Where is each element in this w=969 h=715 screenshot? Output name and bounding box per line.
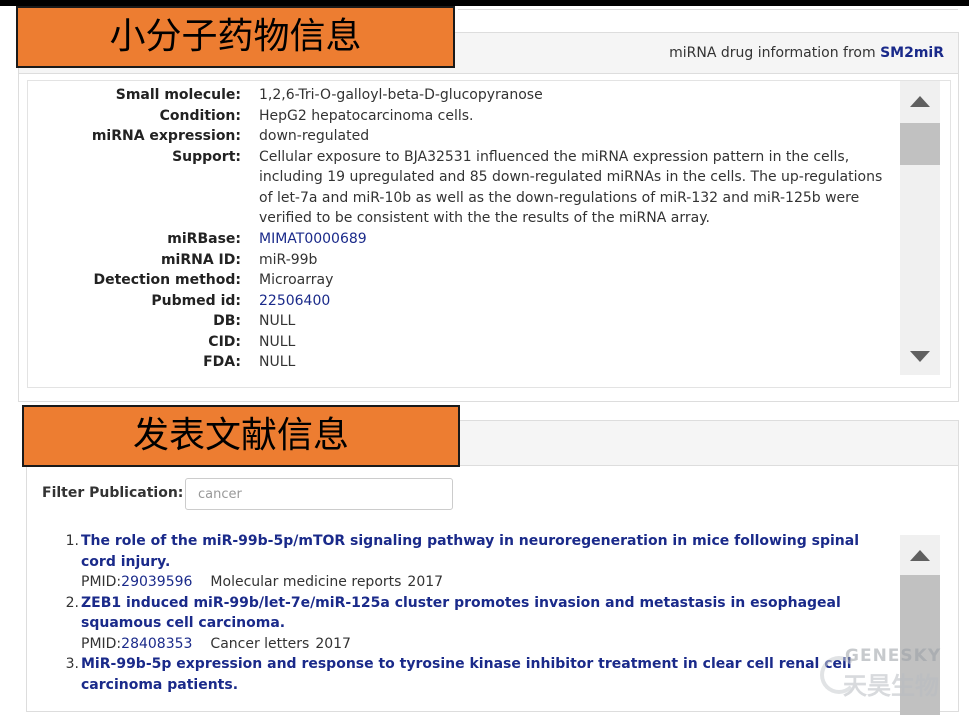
scroll-up-button[interactable] — [900, 81, 940, 121]
genesky-watermark: GENESKY 天昊生物 — [820, 642, 965, 700]
drug-field-value: HepG2 hepatocarcinoma cells. — [259, 107, 474, 124]
drug-field-label: miRBase: — [167, 231, 241, 247]
publication-title-link[interactable]: ZEB1 induced miR-99b/let-7e/miR-125a clu… — [81, 593, 897, 634]
publication-year: 2017 — [315, 635, 351, 652]
publication-item: 2. ZEB1 induced miR-99b/let-7e/miR-125a c… — [57, 593, 897, 655]
drug-field-label: Detection method: — [93, 272, 241, 288]
drug-field-value: Cellular exposure to BJA32531 influenced… — [259, 148, 883, 227]
publication-journal: Molecular medicine reports — [210, 574, 402, 590]
filter-publication-input[interactable] — [185, 478, 453, 510]
drug-field-label: FDA: — [203, 354, 241, 370]
source-prefix: miRNA drug information from — [669, 45, 876, 61]
pmid-link[interactable]: 28408353 — [121, 636, 192, 652]
drug-field-label: Pubmed id: — [151, 292, 241, 309]
publication-title-link[interactable]: The role of the miR-99b-5p/mTOR signalin… — [81, 531, 897, 572]
drug-field-label: Support: — [172, 148, 241, 165]
publication-item: 1. The role of the miR-99b-5p/mTOR signal… — [57, 531, 897, 593]
scroll-down-button[interactable] — [900, 337, 940, 377]
drug-field-value: Microarray — [259, 272, 334, 288]
drug-info-panel: miRNA drug information from SM2miR Small… — [18, 32, 959, 402]
top-divider — [458, 9, 958, 10]
filter-label: Filter Publication: — [42, 485, 184, 501]
pmid-prefix: PMID: — [81, 635, 122, 652]
drug-field-value: miR-99b — [259, 251, 318, 268]
drug-info-scrollbox[interactable]: Small molecule: 1,2,6-Tri-O-galloyl-beta-… — [27, 80, 951, 388]
watermark-cn: 天昊生物 — [843, 672, 939, 700]
drug-info-label: 小分子药物信息 — [16, 6, 455, 68]
drug-field-value: 1,2,6-Tri-O-galloyl-beta-D-glucopyranose — [259, 87, 543, 103]
publication-meta: PMID:28408353 Cancer letters 2017 — [81, 634, 897, 655]
drug-field-label: DB: — [213, 313, 241, 329]
arrow-down-icon — [910, 351, 930, 362]
source-caption: miRNA drug information from SM2miR — [669, 45, 944, 61]
pmid-prefix: PMID: — [81, 574, 122, 590]
publication-meta: PMID:29039596 Molecular medicine reports 2… — [81, 572, 897, 593]
scrollbar-thumb[interactable] — [900, 123, 940, 165]
publication-journal: Cancer letters — [210, 635, 310, 652]
drug-field-value: NULL — [259, 354, 296, 370]
publication-item: 3. MiR-99b-5p expression and response to … — [57, 654, 897, 695]
publication-number: 1. — [65, 533, 79, 549]
watermark-en: GENESKY — [845, 646, 942, 666]
arrow-up-icon — [910, 550, 930, 561]
drug-field-label: miRNA expression: — [91, 128, 241, 144]
source-name: SM2miR — [880, 45, 944, 61]
publication-info-label: 发表文献信息 — [22, 405, 460, 467]
pmid-link[interactable]: 29039596 — [121, 574, 192, 590]
publication-list: 1. The role of the miR-99b-5p/mTOR signal… — [57, 531, 897, 695]
clipped-row — [28, 375, 908, 387]
publication-number: 3. — [65, 656, 79, 672]
drug-field-value: NULL — [259, 333, 296, 350]
drug-field-label: miRNA ID: — [160, 251, 241, 268]
drug-field-label: CID: — [208, 333, 241, 350]
drug-field-value: down-regulated — [259, 128, 370, 144]
drug-field-label: Condition: — [159, 107, 241, 124]
publication-title-link[interactable]: MiR-99b-5p expression and response to ty… — [81, 654, 897, 695]
arrow-up-icon — [910, 96, 930, 107]
drug-field-link[interactable]: 22506400 — [259, 291, 899, 312]
drug-field-label: Small molecule: — [115, 87, 241, 103]
publication-year: 2017 — [407, 574, 444, 590]
drug-info-scrollbar[interactable] — [900, 81, 940, 375]
publication-number: 2. — [65, 594, 79, 611]
drug-field-link[interactable]: MIMAT0000689 — [259, 229, 899, 250]
drug-field-value: NULL — [259, 313, 296, 329]
pub-scroll-up-button[interactable] — [900, 535, 940, 575]
